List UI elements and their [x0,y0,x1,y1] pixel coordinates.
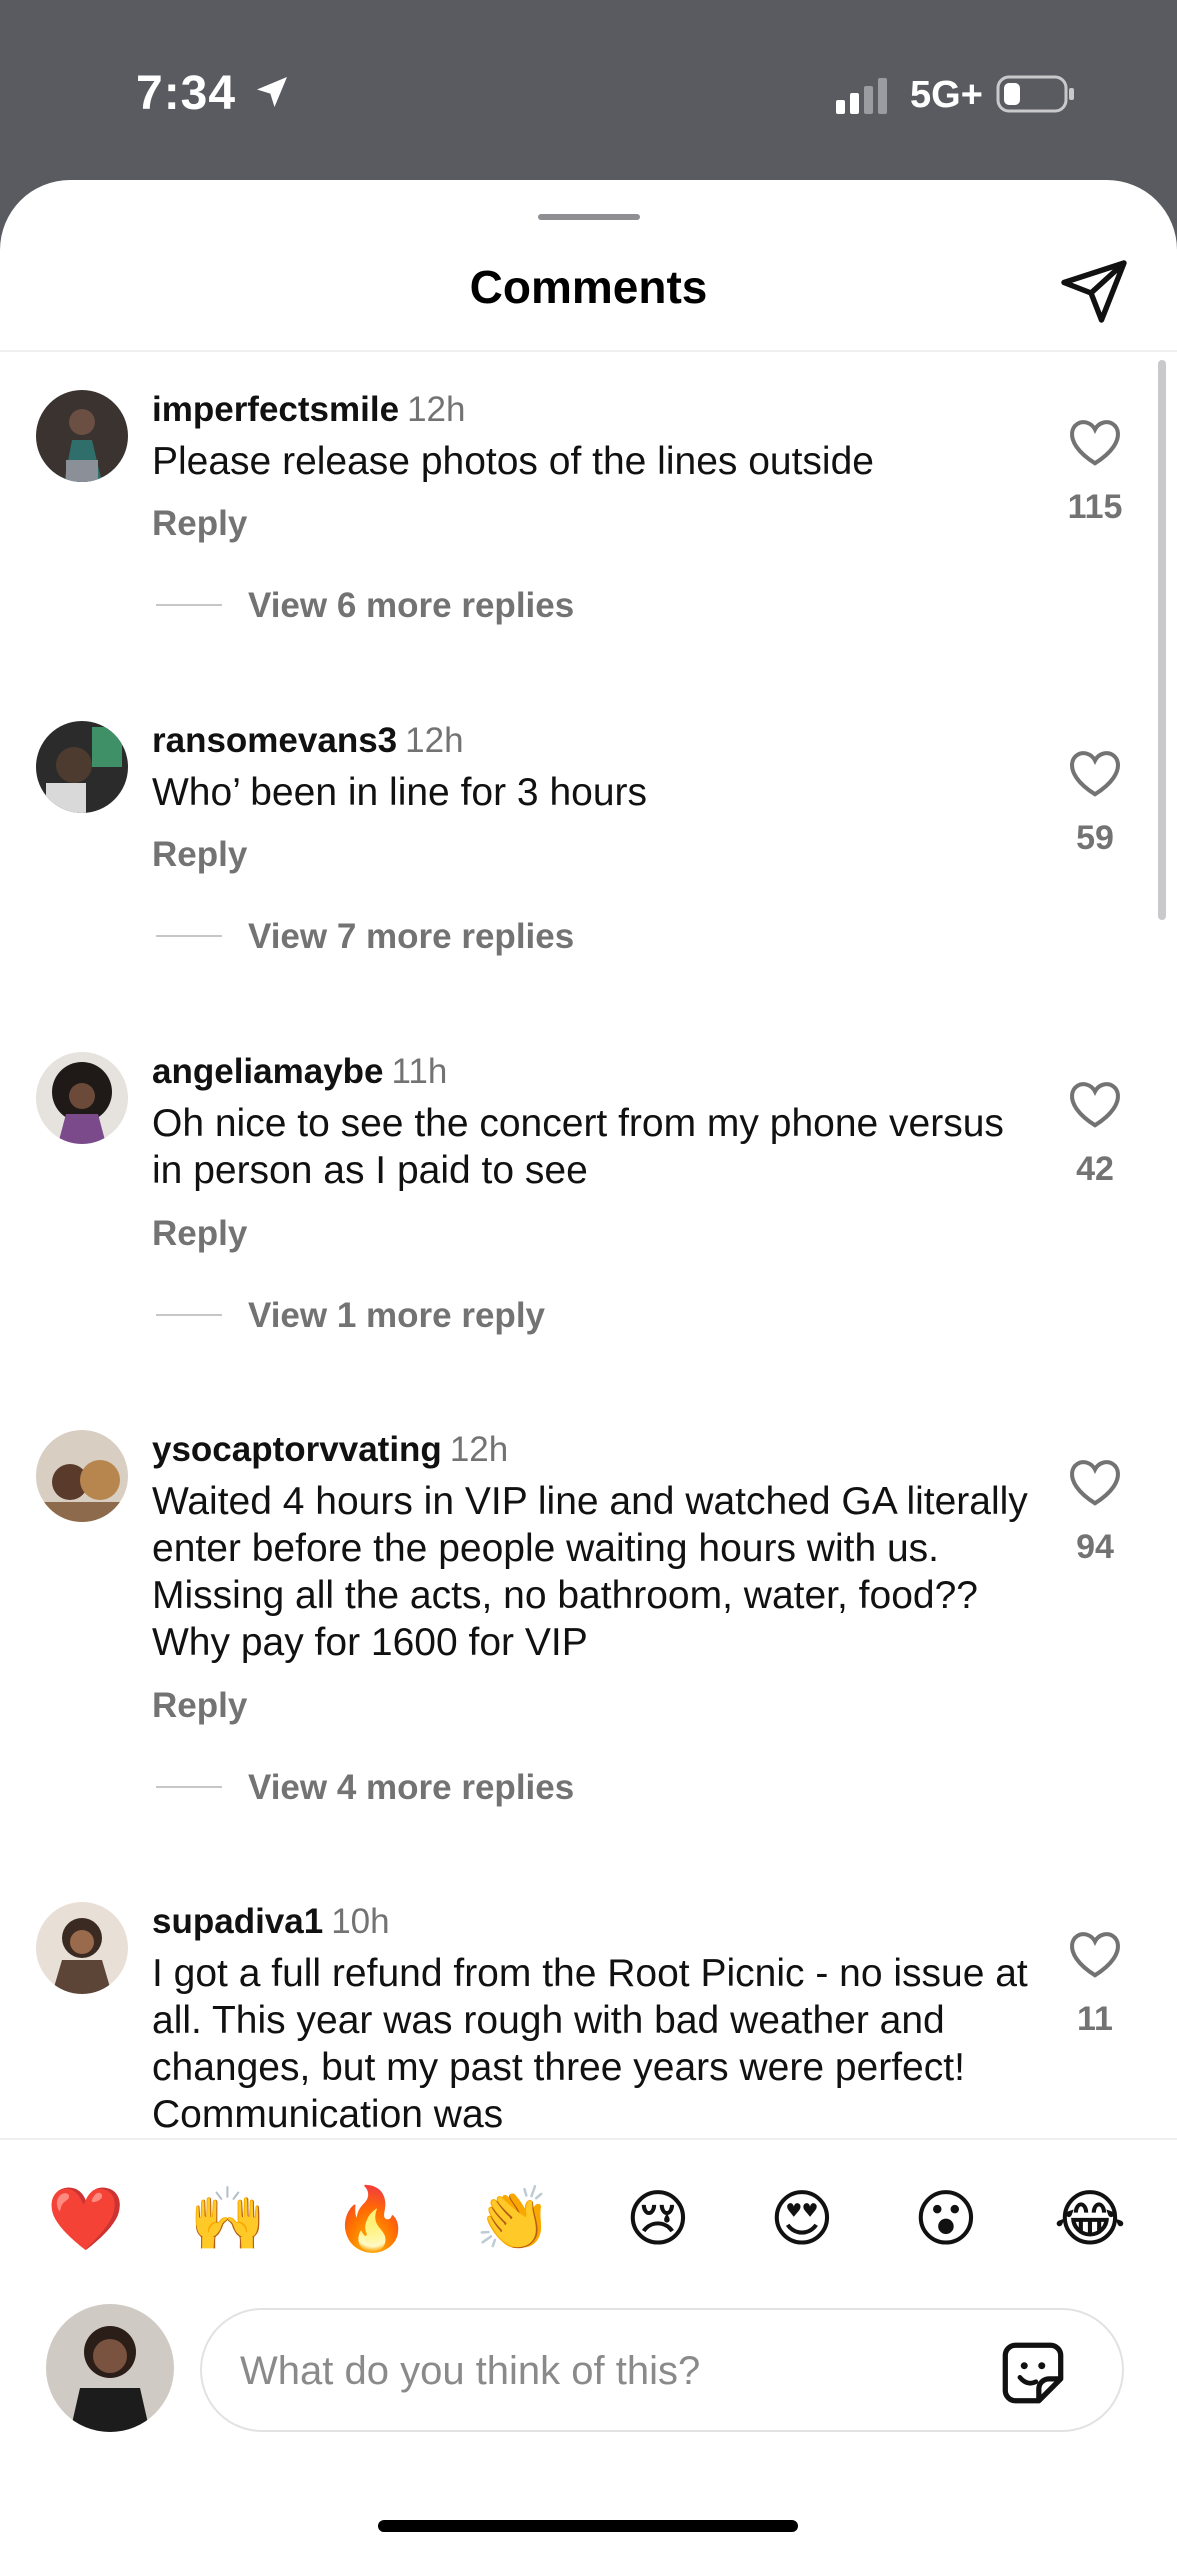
comment-meta: ransomevans3 12h [152,721,464,761]
like-count: 11 [1077,2000,1113,2038]
view-more-replies-button[interactable]: View 4 more replies [248,1768,574,1808]
view-more-replies-button[interactable]: View 1 more reply [248,1296,545,1336]
reaction-surprised-button[interactable]: 😮 [906,2180,986,2260]
heart-icon[interactable] [1068,1930,1122,1980]
location-arrow-icon [257,77,287,107]
view-replies-line [156,1314,222,1316]
reply-button[interactable]: Reply [152,1214,247,1254]
comment-meta: supadiva1 10h [152,1902,390,1942]
like-count: 42 [1076,1150,1114,1188]
comment-username[interactable]: imperfectsmile [152,390,399,429]
comment-text: Please release photos of the lines outsi… [152,440,874,483]
reply-button[interactable]: Reply [152,504,247,544]
comment-input[interactable] [238,2310,1002,2432]
comment-username[interactable]: supadiva1 [152,1902,323,1941]
comment-username[interactable]: ransomevans3 [152,721,397,760]
comment-age: 12h [449,1430,509,1469]
battery-icon [996,75,1074,113]
view-replies-line [156,604,222,606]
quick-reactions-bar: ❤️ 🙌 🔥 👏 😢 😍 😮 😂 [0,2180,1177,2260]
avatar[interactable] [36,1902,128,1994]
comment-username[interactable]: ysocaptorvvating [152,1430,442,1469]
like-count: 94 [1076,1528,1114,1566]
reaction-clap-button[interactable]: 👏 [474,2180,554,2260]
home-indicator [378,2520,798,2532]
reply-button[interactable]: Reply [152,835,247,875]
comment-age: 12h [405,721,464,760]
comment-meta: imperfectsmile 12h [152,390,465,430]
reaction-raised-hands-button[interactable]: 🙌 [188,2180,268,2260]
like-count: 115 [1067,488,1123,526]
avatar[interactable] [36,1052,128,1144]
sticker-icon[interactable] [998,2338,1068,2408]
composer-divider [0,2138,1177,2140]
comment-text: Waited 4 hours in VIP line and watched G… [152,1480,1028,1664]
signal-strength-icon [836,78,887,114]
reaction-fire-button[interactable]: 🔥 [332,2180,412,2260]
network-type: 5G+ [910,74,983,116]
reaction-heart-eyes-button[interactable]: 😍 [762,2180,842,2260]
heart-icon[interactable] [1068,1080,1122,1130]
comment-age: 11h [391,1052,448,1091]
reply-button[interactable]: Reply [152,1686,247,1726]
current-user-avatar[interactable] [46,2304,174,2432]
avatar[interactable] [36,390,128,482]
view-replies-line [156,1786,222,1788]
avatar[interactable] [36,721,128,813]
heart-icon[interactable] [1068,418,1122,468]
comment-age: 12h [407,390,466,429]
comment-text: I got a full refund from the Root Picnic… [152,1952,1028,2136]
avatar[interactable] [36,1430,128,1522]
comment-meta: ysocaptorvvating 12h [152,1430,508,1470]
comment-age: 10h [331,1902,390,1941]
comment-meta: angeliamaybe 11h [152,1052,447,1092]
comment-list: imperfectsmile 12h Please release photos … [0,180,1177,2140]
status-time: 7:34 [136,67,237,120]
status-bar: 7:34 5G+ [0,0,1177,190]
comment-composer [200,2308,1124,2432]
view-more-replies-button[interactable]: View 6 more replies [248,586,574,626]
comment-username[interactable]: angeliamaybe [152,1052,384,1091]
heart-icon[interactable] [1068,749,1122,799]
reaction-cry-button[interactable]: 😢 [618,2180,698,2260]
reaction-laughing-button[interactable]: 😂 [1050,2180,1130,2260]
reaction-heart-button[interactable]: ❤️ [46,2180,126,2260]
comment-text: Who’ been in line for 3 hours [152,771,648,814]
comment-text: Oh nice to see the concert from my phone… [152,1102,1004,1192]
view-more-replies-button[interactable]: View 7 more replies [248,917,574,957]
like-count: 59 [1076,819,1114,857]
view-replies-line [156,935,222,937]
heart-icon[interactable] [1068,1458,1122,1508]
